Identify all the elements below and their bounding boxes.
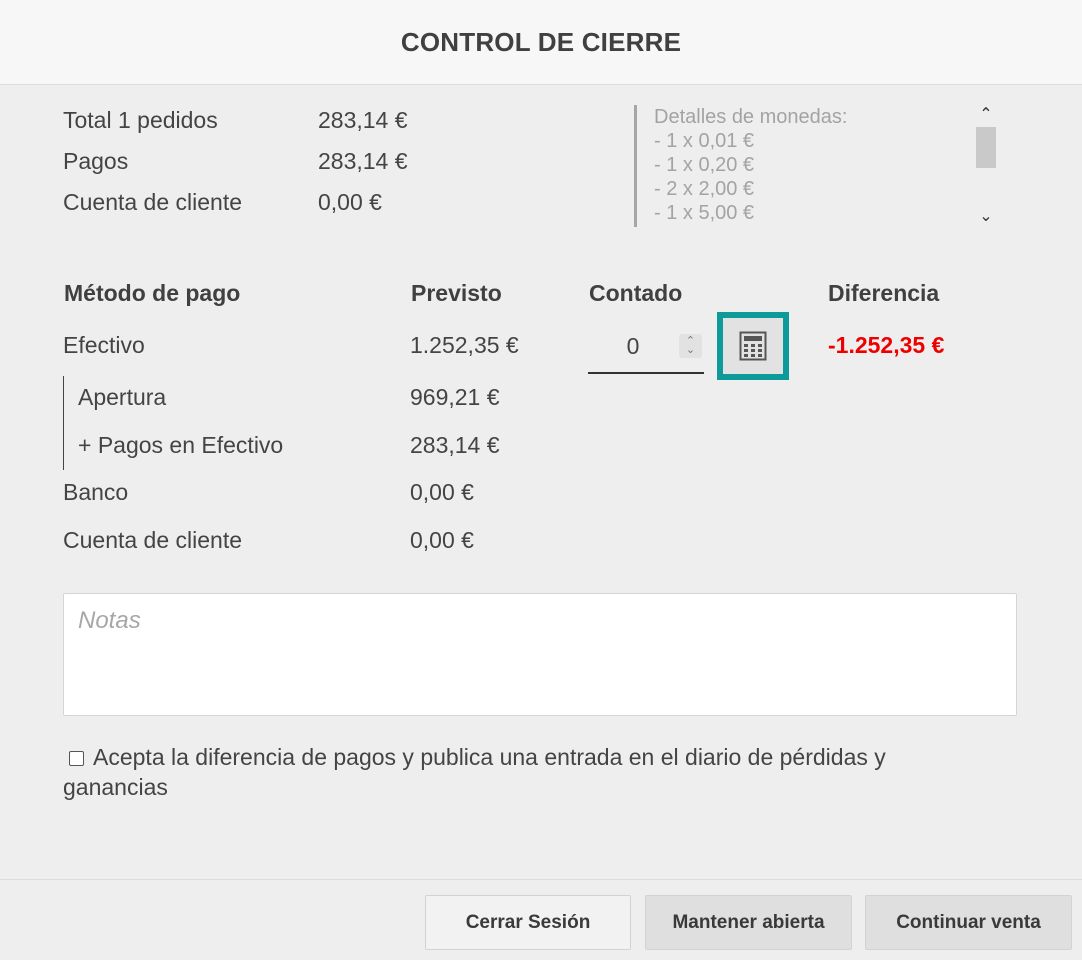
cash-detail-label-cash-payments: + Pagos en Efectivo [78, 432, 284, 458]
session-summary: Total 1 pedidos 283,14 € Pagos 283,14 € … [63, 100, 408, 223]
cash-detail-value-opening: 969,21 € [410, 384, 500, 410]
summary-value: 283,14 € [318, 107, 408, 133]
accept-difference-label[interactable]: Acepta la diferencia de pagos y publica … [63, 744, 886, 800]
column-header-counted: Contado [589, 280, 683, 306]
coin-details-panel[interactable]: Detalles de monedas: - 1 x 0,01 € - 1 x … [634, 105, 997, 227]
calculator-icon [739, 331, 767, 361]
summary-row-payments: Pagos 283,14 € [63, 141, 408, 182]
continue-sale-button[interactable]: Continuar venta [865, 895, 1072, 950]
accept-difference-row: Acepta la diferencia de pagos y publica … [63, 742, 963, 802]
bank-expected-amount: 0,00 € [410, 479, 474, 505]
cash-difference-amount: -1.252,35 € [828, 332, 945, 358]
scroll-down-icon[interactable]: ⌄ [977, 209, 995, 225]
cash-expected-amount: 1.252,35 € [410, 332, 519, 358]
cash-details-divider [63, 376, 64, 470]
coin-details-title: Detalles de monedas: [654, 106, 848, 128]
summary-label: Pagos [63, 148, 129, 174]
column-header-expected: Previsto [411, 280, 502, 306]
customer-account-expected-amount: 0,00 € [410, 527, 474, 553]
notes-textarea[interactable] [63, 593, 1017, 716]
calculator-button[interactable] [717, 312, 789, 380]
summary-label: Cuenta de cliente [63, 189, 243, 215]
keep-open-button[interactable]: Mantener abierta [645, 895, 852, 950]
dialog-header: CONTROL DE CIERRE [0, 0, 1082, 85]
close-session-button[interactable]: Cerrar Sesión [425, 895, 631, 950]
payment-method-bank: Banco [63, 479, 129, 505]
cash-detail-value-cash-payments: 283,14 € [410, 432, 500, 458]
summary-label: Total 1 pedidos [63, 107, 218, 133]
summary-value: 0,00 € [318, 189, 382, 215]
coin-line: - 1 x 0,01 € [654, 130, 755, 152]
accept-difference-checkbox[interactable] [69, 751, 84, 766]
coin-details-text: Detalles de monedas: - 1 x 0,01 € - 1 x … [654, 105, 847, 225]
stepper-arrows-icon[interactable]: ⌃ ⌄ [679, 334, 702, 358]
payment-method-cash: Efectivo [63, 332, 145, 358]
column-header-method: Método de pago [64, 280, 241, 306]
coin-line: - 2 x 2,00 € [654, 178, 755, 200]
column-header-difference: Diferencia [828, 280, 940, 306]
cash-counted-input[interactable] [588, 326, 678, 366]
cash-counted-field[interactable]: ⌃⌄ [588, 326, 704, 374]
payment-method-customer-account: Cuenta de cliente [63, 527, 243, 553]
dialog-title: CONTROL DE CIERRE [400, 26, 682, 57]
summary-row-customer-account: Cuenta de cliente 0,00 € [63, 182, 408, 223]
cash-detail-label-opening: Apertura [78, 384, 167, 410]
summary-row-total-orders: Total 1 pedidos 283,14 € [63, 100, 408, 141]
scrollbar-thumb[interactable] [976, 127, 996, 168]
dialog-footer: Cerrar Sesión Mantener abierta Continuar… [0, 879, 1082, 960]
scroll-up-icon[interactable]: ⌃ [977, 107, 995, 123]
coin-line: - 1 x 0,20 € [654, 154, 755, 176]
coin-line: - 1 x 5,00 € [654, 202, 755, 224]
summary-value: 283,14 € [318, 148, 408, 174]
